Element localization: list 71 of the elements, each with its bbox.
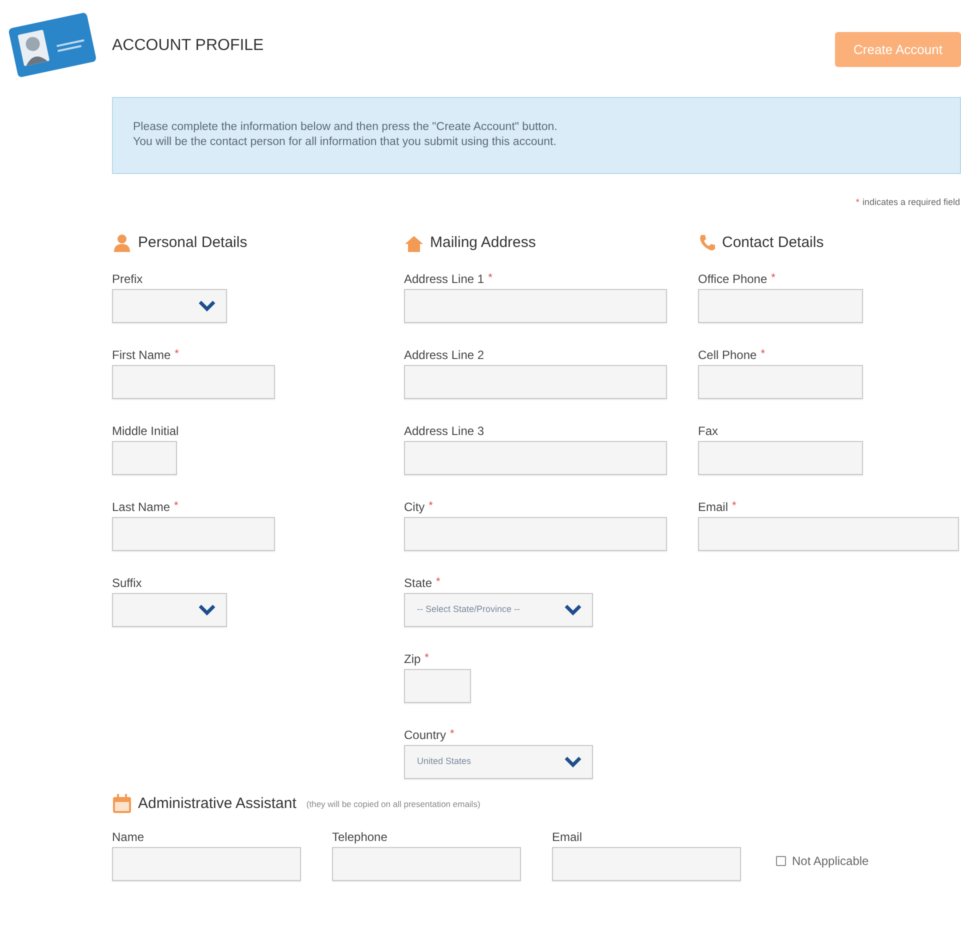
field-label: Last Name [112, 498, 170, 516]
text-field[interactable] [112, 365, 275, 399]
text-field[interactable] [404, 669, 471, 703]
text-field[interactable] [404, 517, 667, 551]
required-mark: * [760, 347, 765, 362]
text-field[interactable] [112, 441, 177, 475]
text-field[interactable] [698, 365, 863, 399]
checkbox[interactable] [776, 856, 786, 866]
notice-text: Please complete the information below and then press the "Create Account" button. [133, 120, 558, 135]
required-mark: * [488, 271, 492, 286]
select-value: -- Select State/Province -- [417, 603, 520, 616]
notice-text: You will be the contact person for all information that you submit using this account. [133, 135, 558, 150]
field-label: First Name [112, 346, 171, 364]
chevron-down-icon [198, 604, 216, 616]
field-label: Email [698, 498, 728, 516]
create-account-button[interactable]: Create Account [835, 32, 961, 67]
field-label: Fax [698, 422, 718, 440]
section-heading: Administrative Assistant [138, 794, 296, 814]
text-field[interactable] [698, 517, 959, 551]
field-label: Office Phone [698, 270, 768, 288]
person-icon [112, 234, 132, 252]
text-field[interactable] [698, 441, 863, 475]
field-label: Address Line 3 [404, 422, 484, 440]
required-mark: * [732, 499, 736, 514]
required-mark: * [424, 651, 429, 666]
required-mark: * [428, 499, 433, 514]
required-mark: * [856, 196, 860, 210]
required-mark: * [450, 727, 454, 742]
required-note: indicates a required field [862, 196, 960, 210]
select-value: United States [417, 755, 472, 768]
text-field[interactable] [112, 517, 275, 551]
page-title: ACCOUNT PROFILE [112, 36, 264, 56]
text-field[interactable] [404, 289, 667, 323]
phone-icon [698, 234, 716, 252]
calendar-icon [112, 794, 132, 814]
field-label: State [404, 574, 432, 592]
field-label: Zip [404, 650, 421, 668]
select-field[interactable]: United States [404, 745, 593, 779]
required-mark: * [174, 499, 178, 514]
text-field[interactable] [404, 365, 667, 399]
field-label: Suffix [112, 574, 142, 592]
section-heading: Personal Details [138, 232, 248, 253]
select-field[interactable] [112, 593, 227, 627]
field-label: Telephone [332, 828, 388, 846]
required-mark: * [436, 575, 440, 590]
required-mark: * [771, 271, 776, 286]
chevron-down-icon [198, 300, 216, 312]
select-field[interactable] [112, 289, 227, 323]
field-label: Prefix [112, 270, 143, 288]
house-icon [404, 234, 424, 252]
select-field[interactable]: -- Select State/Province -- [404, 593, 593, 627]
field-label: City [404, 498, 425, 516]
field-label: Name [112, 828, 144, 846]
chevron-down-icon [564, 604, 582, 616]
text-field[interactable] [698, 289, 863, 323]
text-field[interactable] [552, 847, 741, 881]
section-heading: Contact Details [722, 232, 824, 253]
chevron-down-icon [564, 756, 582, 768]
section-heading: Mailing Address [430, 232, 536, 253]
field-label: Address Line 2 [404, 346, 484, 364]
required-mark: * [174, 347, 179, 362]
field-label: Cell Phone [698, 346, 757, 364]
text-field[interactable] [332, 847, 521, 881]
field-label: Email [552, 828, 582, 846]
field-label: Country [404, 726, 446, 744]
field-label: Middle Initial [112, 422, 179, 440]
text-field[interactable] [112, 847, 301, 881]
checkbox-label: Not Applicable [792, 853, 869, 870]
text-field[interactable] [404, 441, 667, 475]
field-label: Address Line 1 [404, 270, 484, 288]
section-note: (they will be copied on all presentation emails) [306, 798, 480, 810]
